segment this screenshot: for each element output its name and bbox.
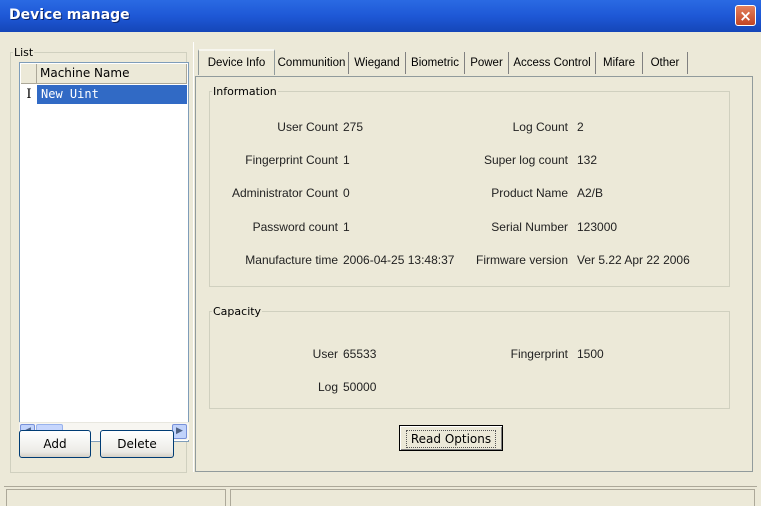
administrator-count-label: Administrator Count [231,186,338,200]
title-bar: Device manage × [0,0,761,32]
capacity-log-label: Log [317,380,338,394]
read-options-label: Read Options [405,430,497,448]
chevron-right-icon: ▶ [176,426,183,436]
status-pane-1 [6,489,226,506]
delete-button[interactable]: Delete [100,430,174,458]
panel-divider [193,42,194,472]
password-count-label: Password count [252,220,338,234]
capacity-user-value: 65533 [343,347,377,361]
window-title: Device manage [9,7,130,23]
list-header: Machine Name [21,64,187,84]
scroll-right-button[interactable]: ▶ [172,424,187,439]
fingerprint-count-label: Fingerprint Count [245,153,338,167]
status-bar [4,486,757,506]
column-header-machine-name[interactable]: Machine Name [37,64,187,84]
add-button[interactable]: Add [19,430,91,458]
tab-wiegand[interactable]: Wiegand [349,52,406,74]
tab-mifare[interactable]: Mifare [596,52,643,74]
information-group-label: Information [213,85,277,98]
tab-biometric[interactable]: Biometric [406,52,465,74]
tab-communition[interactable]: Communition [275,52,349,74]
tab-access-control[interactable]: Access Control [509,52,596,74]
capacity-log-value: 50000 [343,380,377,394]
manufacture-time-label: Manufacture time [245,253,338,267]
tab-device-info[interactable]: Device Info [198,49,275,75]
close-button[interactable]: × [735,5,756,26]
close-icon: × [739,7,752,25]
machine-list[interactable]: Machine Name I New Uint [19,62,189,442]
status-pane-2 [230,489,755,506]
firmware-version-label: Firmware version [475,253,568,267]
list-item[interactable]: I New Uint [21,85,187,104]
user-count-label: User Count [277,120,338,134]
user-count-value: 275 [343,120,364,134]
list-group-label: List [14,46,34,59]
serial-number-value: 123000 [577,220,618,234]
product-name-label: Product Name [491,186,568,200]
administrator-count-value: 0 [343,186,350,200]
log-count-value: 2 [577,120,584,134]
product-name-value: A2/B [577,186,604,200]
serial-number-label: Serial Number [491,220,568,234]
tab-other[interactable]: Other [643,52,688,74]
capacity-fingerprint-label: Fingerprint [510,347,568,361]
capacity-group-label: Capacity [213,305,262,318]
super-log-count-value: 132 [577,153,598,167]
list-header-indicator [21,64,37,84]
capacity-fingerprint-value: 1500 [577,347,604,361]
read-options-button[interactable]: Read Options [399,425,503,451]
tab-power[interactable]: Power [465,52,509,74]
dialog-body: List Machine Name I New Uint ◀ ▶ Add Del… [4,32,757,501]
row-indicator: I [21,85,37,104]
fingerprint-count-value: 1 [343,153,350,167]
firmware-version-value: Ver 5.22 Apr 22 2006 [577,253,690,267]
capacity-user-label: User [312,347,338,361]
super-log-count-label: Super log count [483,153,568,167]
log-count-label: Log Count [512,120,568,134]
device-info-panel: Information User Count 275 Fingerprint C… [195,76,753,472]
machine-name: New Uint [41,87,99,101]
password-count-value: 1 [343,220,350,234]
